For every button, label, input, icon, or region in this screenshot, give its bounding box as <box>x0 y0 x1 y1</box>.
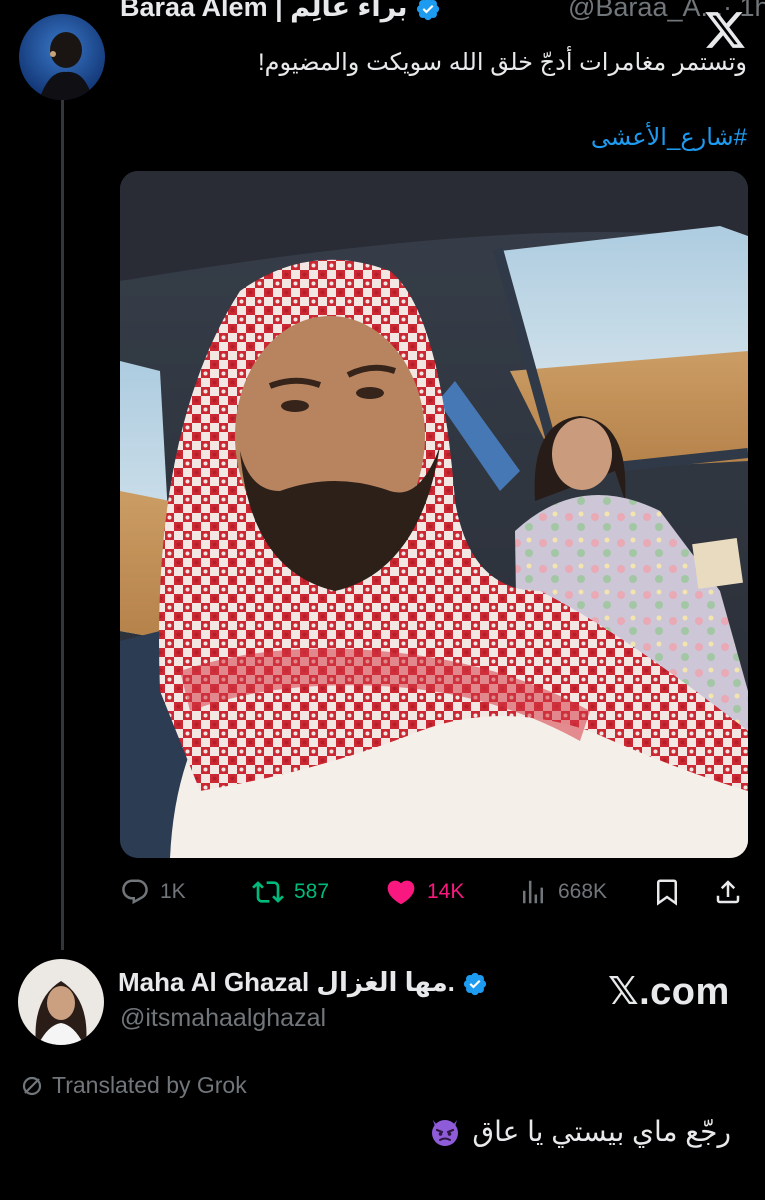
reply-icon <box>122 879 148 905</box>
reply-author-avatar[interactable] <box>18 959 104 1045</box>
hashtag-link[interactable]: #شارع_الأعشى <box>591 123 747 152</box>
share-button[interactable] <box>713 870 743 914</box>
translated-by-grok[interactable]: Translated by Grok <box>20 1072 247 1099</box>
x-logo-icon[interactable] <box>703 8 747 52</box>
reply-count: 1K <box>160 880 186 903</box>
views-icon <box>523 880 543 904</box>
devil-emoji-icon <box>432 1120 459 1146</box>
bookmark-button[interactable] <box>652 870 682 914</box>
like-count: 14K <box>427 880 465 903</box>
repost-count: 587 <box>294 880 330 903</box>
grok-icon <box>22 1076 42 1095</box>
tweet-photo[interactable] <box>120 171 748 858</box>
reply-author-name-text: Maha Al Ghazal مها الغزال. <box>118 967 455 997</box>
reply-text-content: رجّع ماي بيستي يا عاق <box>472 1115 731 1147</box>
author-name[interactable]: Baraa Alem | براء عالِم <box>120 0 441 23</box>
reply-author-handle[interactable]: @itsmahaalghazal <box>120 1004 326 1033</box>
verified-badge-icon <box>464 973 487 996</box>
author-name-text: Baraa Alem | براء عالِم <box>120 0 408 22</box>
bookmark-icon <box>657 879 677 906</box>
tweet-text: وتستمر مغامرات أدجّ خلق الله سويكت والمض… <box>257 49 747 76</box>
tweet-actions: 1K 587 14K 668K <box>120 870 748 914</box>
like-button[interactable]: 14K <box>385 870 464 914</box>
tweet-header: Baraa Alem | براء عالِم @Baraa_A...· 1h <box>120 0 765 32</box>
repost-icon <box>252 881 284 903</box>
repost-button[interactable]: 587 <box>252 870 329 914</box>
reply-button[interactable]: 1K <box>120 870 186 914</box>
share-icon <box>716 880 740 904</box>
views-button[interactable]: 668K <box>518 870 607 914</box>
verified-badge-icon <box>416 0 440 20</box>
reply-author-name[interactable]: Maha Al Ghazal مها الغزال. <box>118 967 488 998</box>
views-count: 668K <box>558 880 608 903</box>
reply-text: رجّع ماي بيستي يا عاق <box>428 1114 731 1148</box>
like-icon <box>387 880 415 905</box>
translated-label: Translated by Grok <box>52 1072 247 1098</box>
author-avatar[interactable] <box>19 14 105 100</box>
thread-line <box>61 78 64 950</box>
xcom-watermark: 𝕏.com <box>608 971 730 1013</box>
